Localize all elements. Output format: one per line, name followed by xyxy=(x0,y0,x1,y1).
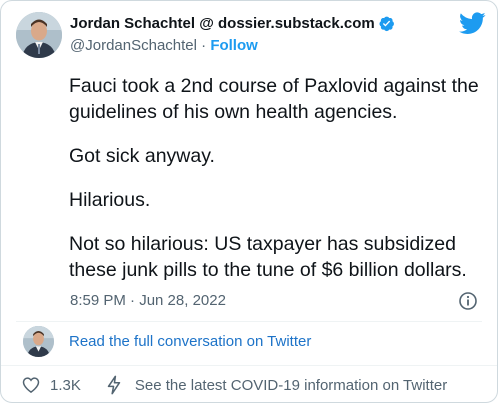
tweet-paragraph: Got sick anyway. xyxy=(69,145,215,167)
author-name[interactable]: Jordan Schachtel @ dossier.substack.com xyxy=(70,15,375,32)
bolt-icon xyxy=(105,375,123,395)
tweet-paragraph: Fauci took a 2nd course of Paxlovid agai… xyxy=(69,75,479,123)
divider xyxy=(1,365,497,366)
like-count[interactable]: 1.3K xyxy=(50,377,81,394)
heart-icon[interactable] xyxy=(21,375,41,395)
author-name-row: Jordan Schachtel @ dossier.substack.com xyxy=(70,15,395,32)
tweet-header: Jordan Schachtel @ dossier.substack.com … xyxy=(16,12,486,62)
tweet-paragraph: Not so hilarious: US taxpayer has subsid… xyxy=(69,233,467,281)
conversation-avatar[interactable] xyxy=(23,326,54,357)
covid-info-link[interactable]: See the latest COVID-19 information on T… xyxy=(135,377,447,394)
tweet-paragraph: Hilarious. xyxy=(69,189,151,211)
tweet-actions: 1.3K See the latest COVID-19 information… xyxy=(21,375,447,395)
verified-badge-icon xyxy=(378,15,395,32)
author-handle[interactable]: @JordanSchachtel xyxy=(70,37,197,54)
author-handle-row: @JordanSchachtel · Follow xyxy=(70,37,258,54)
tweet-card: Jordan Schachtel @ dossier.substack.com … xyxy=(0,0,498,403)
info-icon[interactable] xyxy=(458,291,478,311)
read-conversation-link[interactable]: Read the full conversation on Twitter xyxy=(69,333,311,350)
separator-dot: · xyxy=(201,37,207,54)
twitter-bird-icon[interactable] xyxy=(459,12,486,35)
follow-button[interactable]: Follow xyxy=(210,37,258,54)
tweet-timestamp[interactable]: 8:59 PM · Jun 28, 2022 xyxy=(70,292,226,309)
divider xyxy=(16,321,482,322)
tweet-text: Fauci took a 2nd course of Paxlovid agai… xyxy=(69,73,489,301)
author-avatar[interactable] xyxy=(16,12,62,58)
